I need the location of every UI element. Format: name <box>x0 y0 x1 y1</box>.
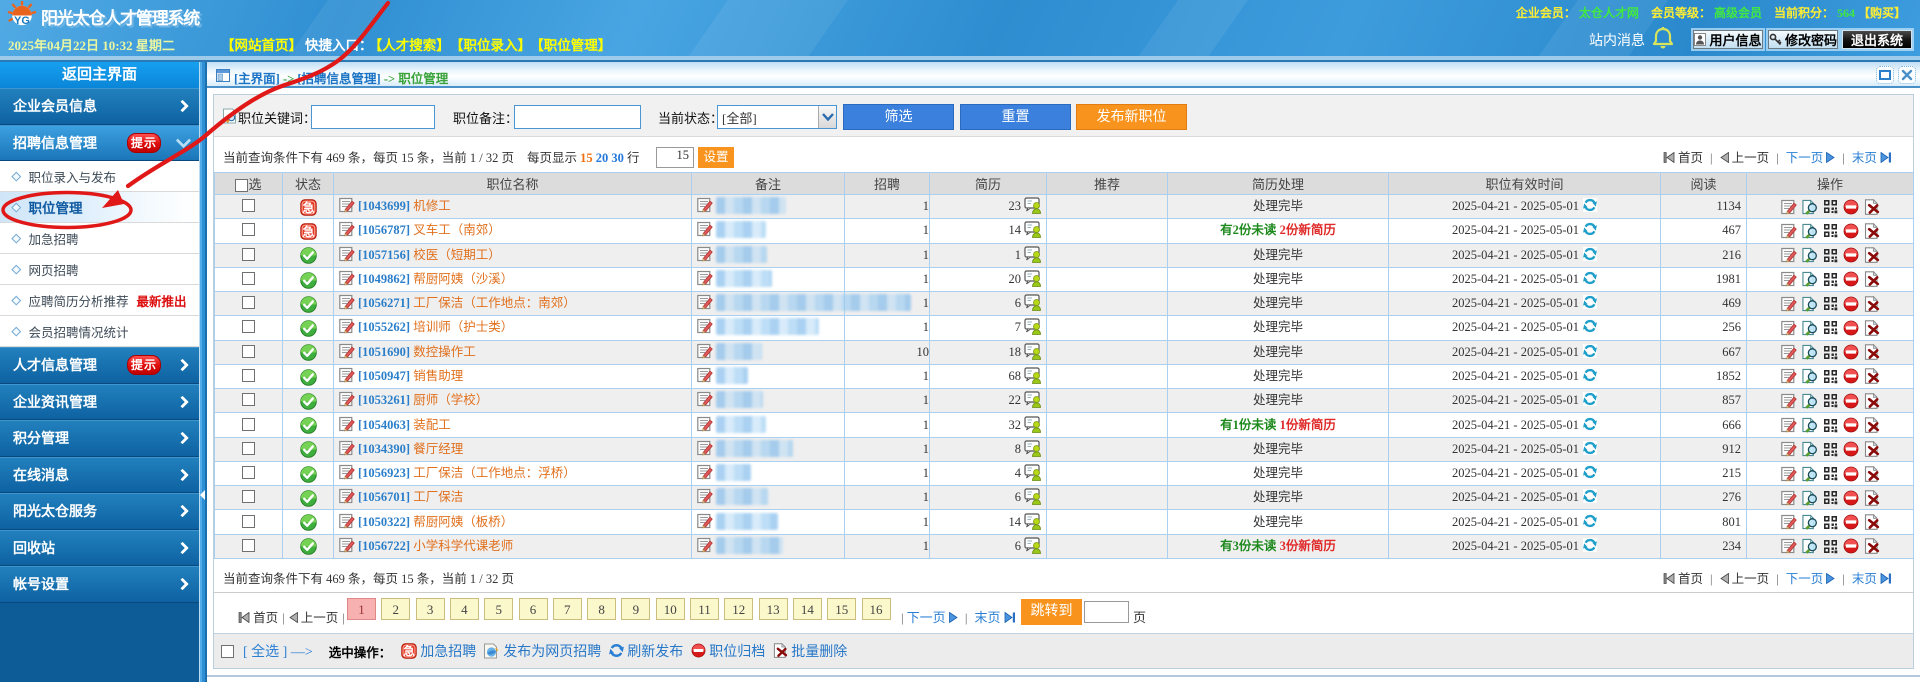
svg-text:YG: YG <box>14 15 30 27</box>
svg-text:急: 急 <box>302 200 314 215</box>
svg-text:急: 急 <box>404 644 415 658</box>
svg-text:急: 急 <box>302 224 314 239</box>
